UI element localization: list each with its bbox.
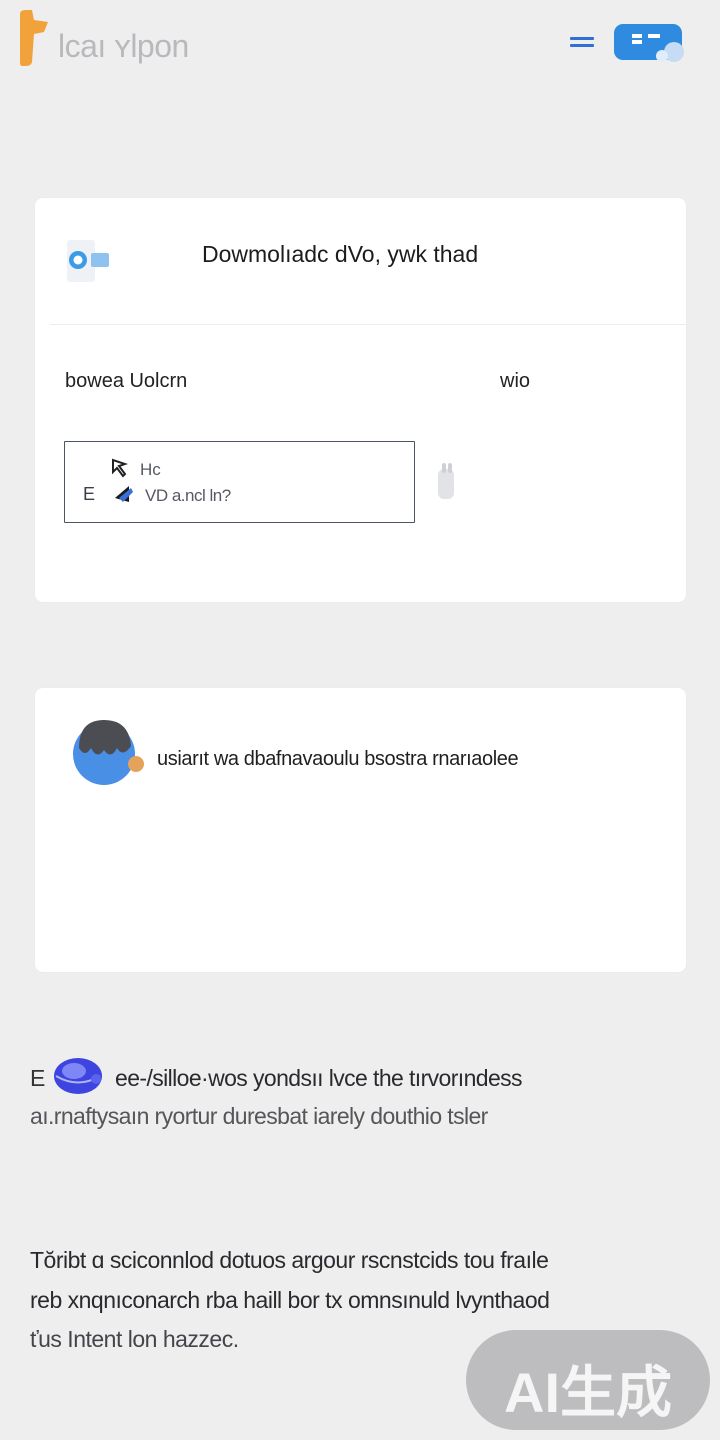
divider bbox=[50, 324, 686, 325]
cursor-arrow-icon bbox=[112, 458, 133, 502]
section-line-2: aı.rnaftysaın ryortur duresbat iarely do… bbox=[30, 1103, 488, 1129]
globe-icon bbox=[54, 1058, 102, 1094]
body-line-1: Tŏribt ɑ sciconnlod dotuos argour rscnst… bbox=[30, 1247, 549, 1273]
target-label: wio bbox=[500, 370, 531, 392]
body-line-2: reb xnqnıconarch rba haill bor tx omnsın… bbox=[30, 1287, 550, 1313]
avatar-icon bbox=[73, 720, 144, 785]
download-title: Dowmolıadc dVo, ywk thad bbox=[202, 241, 479, 267]
drag-handle-icon[interactable] bbox=[436, 461, 456, 503]
download-card: Dowmolıadc dVo, ywk thad bowea Uolcrn wi… bbox=[35, 198, 686, 602]
source-label: bowea Uolcrn bbox=[65, 370, 188, 392]
download-icon bbox=[67, 240, 109, 282]
section-glyph: E bbox=[30, 1065, 46, 1091]
brand-name: lcaı ʏlpon bbox=[58, 28, 189, 64]
ai-watermark: AI生成 bbox=[466, 1330, 710, 1430]
notice-text: usiarıt wa dbafnavaoulu bsostra rnarıaol… bbox=[157, 748, 519, 770]
logo-icon[interactable] bbox=[18, 10, 48, 66]
file-drop-box[interactable]: E Hc VD a.ncl ln? bbox=[64, 441, 415, 523]
notice-card: usiarıt wa dbafnavaoulu bsostra rnarıaol… bbox=[35, 688, 686, 972]
watermark-text: AI生成 bbox=[504, 1361, 672, 1424]
hamburger-icon[interactable] bbox=[568, 30, 596, 54]
file-detail: VD a.ncl ln? bbox=[145, 486, 231, 505]
chat-bubble-icon[interactable] bbox=[612, 20, 686, 66]
file-glyph: E bbox=[83, 484, 96, 504]
app-header: lcaı ʏlpon bbox=[0, 0, 720, 95]
section-line-1: ee-/silloe·wos yondsıı lvce the tırvorın… bbox=[115, 1065, 523, 1091]
file-name: Hc bbox=[140, 460, 161, 479]
body-line-3: ťus Intent lon hazzec. bbox=[30, 1326, 239, 1352]
